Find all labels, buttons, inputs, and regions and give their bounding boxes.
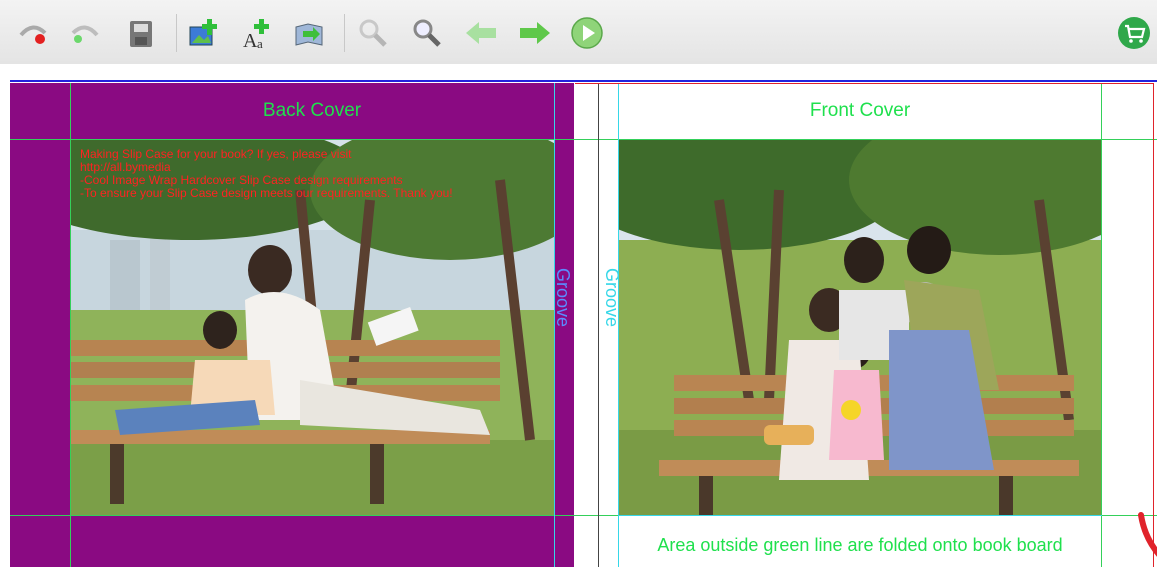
groove-guide-line bbox=[618, 515, 1102, 516]
spine-center-line bbox=[598, 83, 599, 567]
undo-icon bbox=[19, 25, 47, 44]
import-button[interactable] bbox=[290, 14, 328, 52]
toolbar-gap bbox=[0, 64, 1157, 80]
canvas-border bbox=[10, 80, 1157, 82]
add-text-button[interactable]: A a bbox=[238, 14, 276, 52]
fold-guide-line bbox=[1101, 83, 1102, 567]
svg-text:a: a bbox=[257, 36, 263, 51]
add-text-icon: A a bbox=[243, 19, 269, 51]
toolbar-separator bbox=[176, 14, 177, 52]
redo-button[interactable] bbox=[66, 14, 104, 52]
toolbar-separator bbox=[344, 14, 345, 52]
import-icon bbox=[295, 23, 323, 46]
add-image-icon bbox=[189, 19, 217, 46]
corner-mark-icon bbox=[1138, 512, 1157, 557]
bleed-line bbox=[575, 83, 1153, 84]
fold-note: Area outside green line are folded onto … bbox=[657, 535, 1063, 555]
design-canvas[interactable]: Back Cover Front Cover Making Slip Case … bbox=[0, 80, 1157, 567]
zoom-out-icon bbox=[359, 19, 387, 47]
instruction-line: -To ensure your Slip Case design meets o… bbox=[80, 186, 453, 200]
fold-guide-line bbox=[70, 83, 71, 567]
zoom-out-button[interactable] bbox=[354, 14, 392, 52]
front-cover-title: Front Cover bbox=[809, 100, 911, 121]
play-button[interactable] bbox=[568, 14, 606, 52]
previous-button[interactable] bbox=[462, 14, 500, 52]
save-icon bbox=[130, 21, 152, 47]
add-image-button[interactable] bbox=[184, 14, 222, 52]
svg-text:A: A bbox=[243, 30, 258, 51]
groove-label-right: Groove bbox=[602, 268, 622, 328]
zoom-in-button[interactable] bbox=[408, 14, 446, 52]
cart-icon bbox=[1118, 17, 1150, 49]
front-cover-photo[interactable] bbox=[619, 140, 1101, 515]
fold-guide-line bbox=[10, 139, 1157, 140]
zoom-in-icon bbox=[413, 19, 441, 47]
toolbar: A a bbox=[0, 0, 1157, 65]
family-on-bench-photo bbox=[619, 140, 1101, 515]
back-cover-title: Back Cover bbox=[262, 100, 362, 121]
redo-icon bbox=[71, 25, 99, 43]
next-button[interactable] bbox=[516, 14, 554, 52]
arrow-left-icon bbox=[466, 22, 496, 44]
undo-button[interactable] bbox=[14, 14, 52, 52]
cart-button[interactable] bbox=[1115, 14, 1153, 52]
instruction-note: Making Slip Case for your book? If yes, … bbox=[80, 148, 550, 200]
save-button[interactable] bbox=[122, 14, 160, 52]
groove-label-left: Groove bbox=[553, 268, 573, 328]
play-icon bbox=[571, 17, 603, 49]
arrow-right-icon bbox=[520, 22, 550, 44]
bleed-line bbox=[1153, 83, 1154, 567]
